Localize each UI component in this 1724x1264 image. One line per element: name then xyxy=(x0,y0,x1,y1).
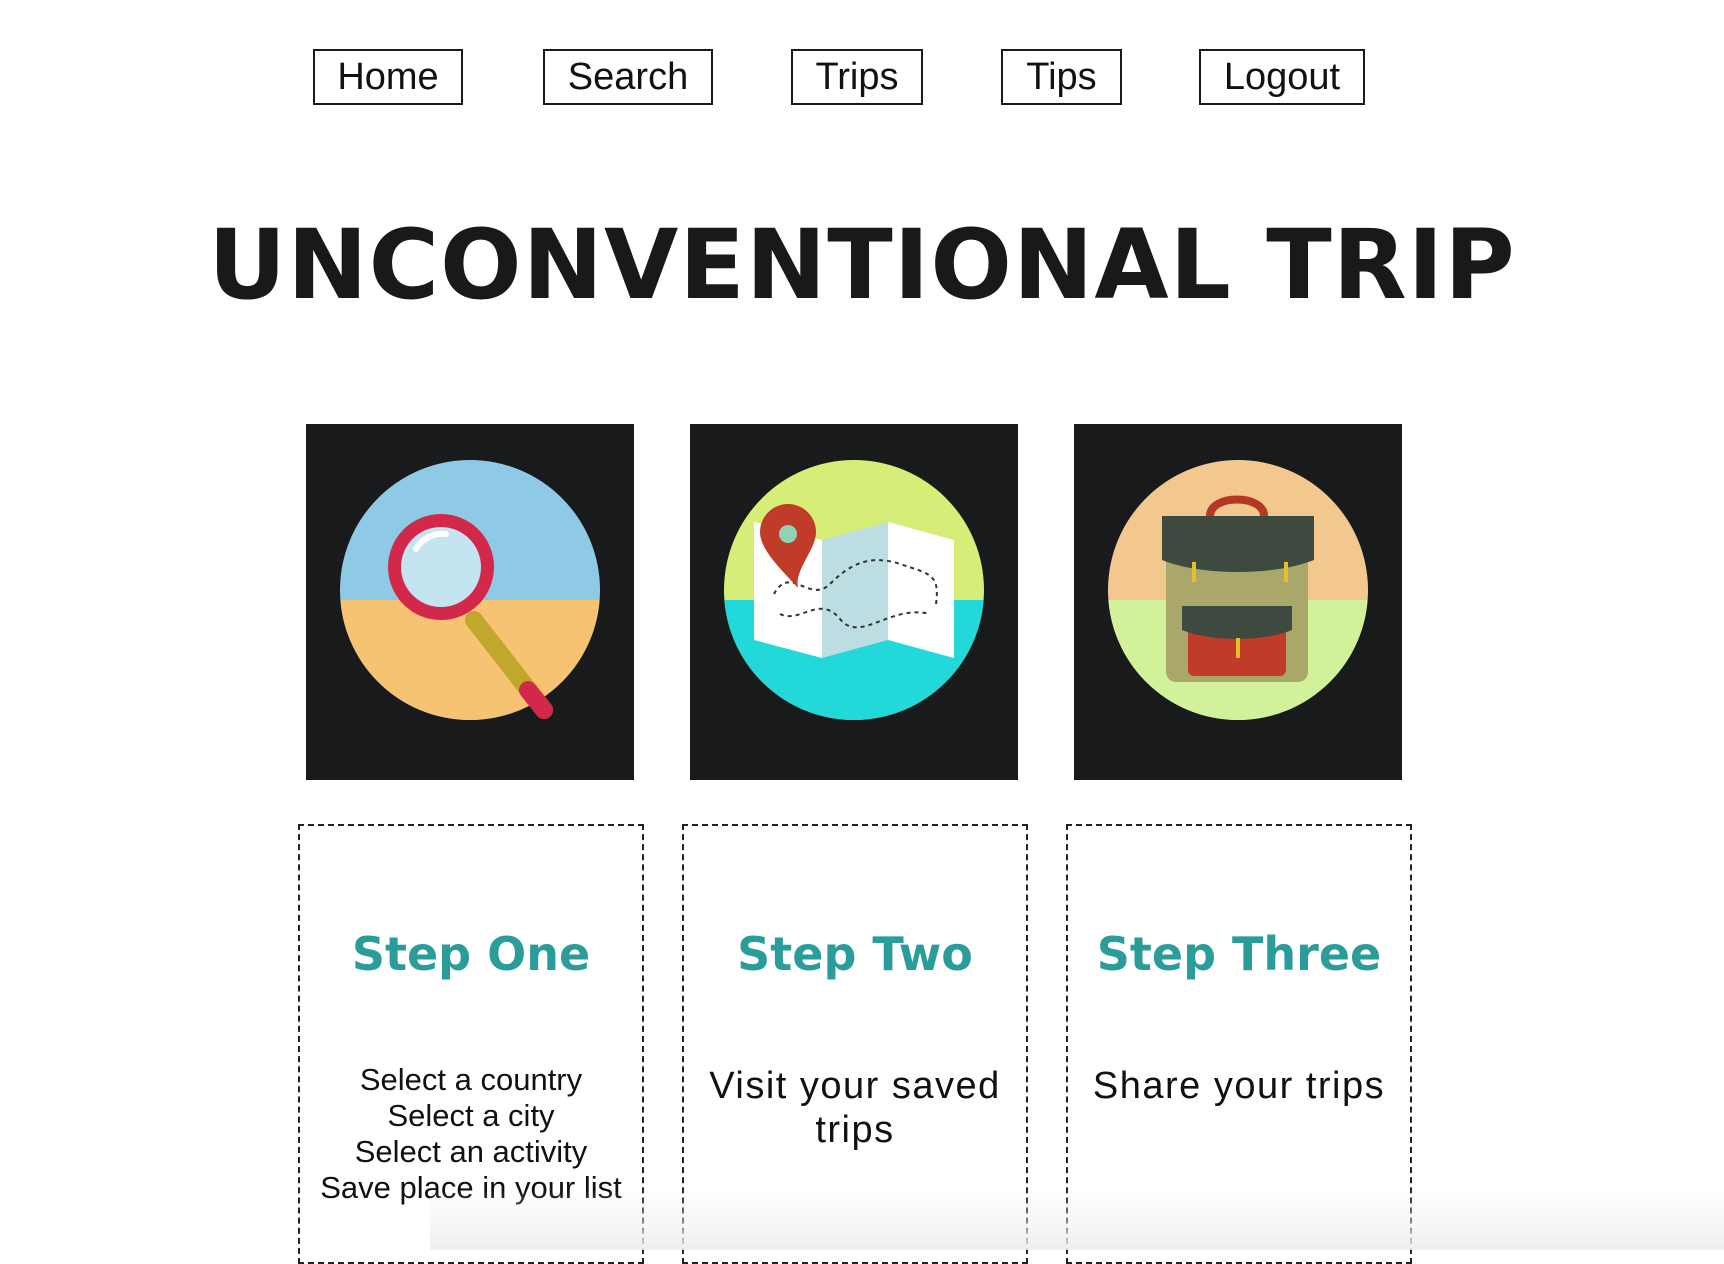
step-one-line: Select an activity xyxy=(354,1134,588,1169)
step-two-image-tile xyxy=(690,424,1018,780)
step-one-line: Save place in your list xyxy=(320,1170,622,1205)
step-one-instructions: Select a country Select a city Select an… xyxy=(300,1062,642,1206)
step-three-image-tile xyxy=(1074,424,1402,780)
map-pin-icon xyxy=(724,460,984,720)
nav-trips-button[interactable]: Trips xyxy=(791,49,923,105)
step-three-card: Step Three Share your trips xyxy=(1066,824,1412,1264)
page-title: UNCONVENTIONAL TRIP xyxy=(208,209,1516,321)
step-two-title: Step Two xyxy=(737,927,973,981)
step-one-card: Step One Select a country Select a city … xyxy=(298,824,644,1264)
main-nav: Home Search Trips Tips Logout xyxy=(0,49,1724,107)
step-one-line: Select a city xyxy=(387,1098,555,1133)
magnifying-glass-icon xyxy=(340,460,600,720)
step-two-description: Visit your saved trips xyxy=(709,1065,1001,1151)
nav-search-button[interactable]: Search xyxy=(543,49,713,105)
backpack-icon xyxy=(1108,460,1368,720)
step-three-description: Share your trips xyxy=(1092,1065,1386,1107)
nav-home-button[interactable]: Home xyxy=(313,49,463,105)
nav-tips-button[interactable]: Tips xyxy=(1001,49,1122,105)
nav-logout-button[interactable]: Logout xyxy=(1199,49,1365,105)
step-one-image-tile xyxy=(306,424,634,780)
step-one-title: Step One xyxy=(351,927,591,981)
step-two-card: Step Two Visit your saved trips xyxy=(682,824,1028,1264)
step-one-line: Select a country xyxy=(359,1062,583,1097)
step-three-title: Step Three xyxy=(1096,927,1382,981)
